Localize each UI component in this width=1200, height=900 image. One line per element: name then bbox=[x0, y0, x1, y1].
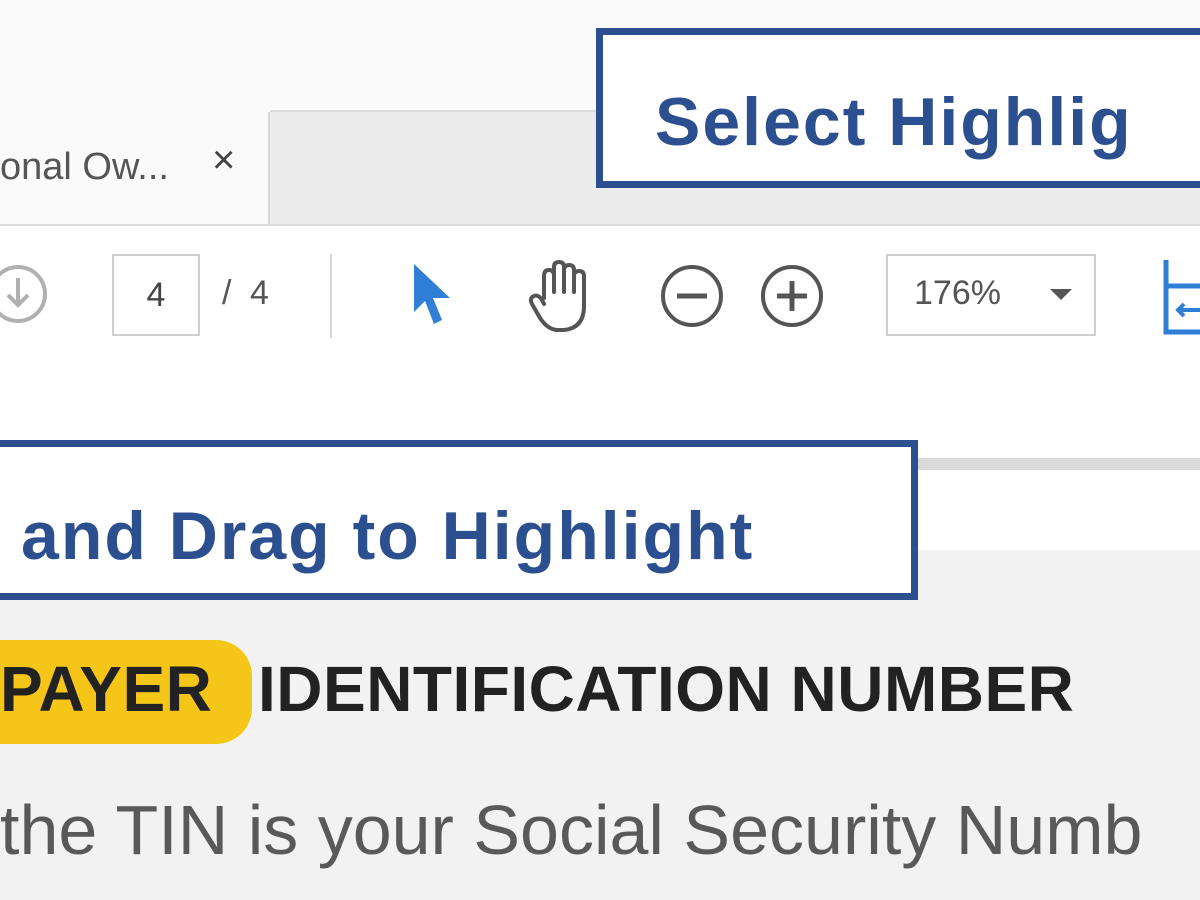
page-number-input[interactable]: 4 bbox=[112, 254, 200, 336]
document-body-text[interactable]: the TIN is your Social Security Numb bbox=[0, 790, 1142, 870]
page-total: 4 bbox=[250, 274, 269, 312]
zoom-out-icon[interactable] bbox=[658, 262, 726, 330]
hand-tool-icon[interactable] bbox=[526, 258, 598, 334]
toolbar-divider bbox=[330, 254, 332, 338]
zoom-value[interactable]: 176% bbox=[914, 274, 1001, 313]
page-separator: / bbox=[222, 274, 232, 312]
callout-select-highlight-text: Select Highlig bbox=[655, 84, 1133, 160]
download-icon[interactable] bbox=[0, 262, 50, 326]
compare-icon[interactable] bbox=[1160, 256, 1200, 336]
document-heading[interactable]: IDENTIFICATION NUMBER bbox=[258, 652, 1074, 726]
chevron-down-icon[interactable] bbox=[1050, 289, 1072, 300]
callout-drag-highlight-text: and Drag to Highlight bbox=[21, 498, 755, 574]
highlighted-word[interactable]: PAYER bbox=[0, 652, 212, 726]
tab-close-button[interactable]: × bbox=[212, 140, 235, 180]
document-tab-title[interactable]: onal Ow... bbox=[0, 146, 169, 189]
callout-select-highlight: Select Highlig bbox=[596, 28, 1200, 188]
select-arrow-icon[interactable] bbox=[410, 262, 454, 328]
zoom-in-icon[interactable] bbox=[758, 262, 826, 330]
callout-drag-highlight: and Drag to Highlight bbox=[0, 440, 918, 600]
